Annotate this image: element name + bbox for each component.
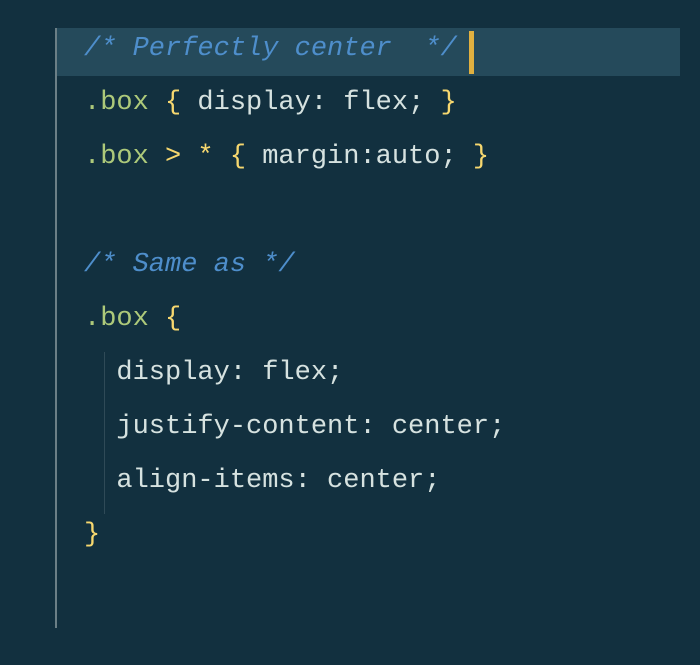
code-token: .box bbox=[84, 88, 149, 118]
code-token bbox=[84, 466, 116, 496]
code-token: display bbox=[116, 358, 229, 388]
code-token: flex bbox=[343, 88, 408, 118]
code-token: * bbox=[197, 142, 213, 172]
code-token bbox=[214, 142, 230, 172]
code-token: : bbox=[311, 88, 327, 118]
code-token: flex bbox=[262, 358, 327, 388]
code-line[interactable]: .box { bbox=[0, 292, 700, 346]
code-token: center bbox=[327, 466, 424, 496]
code-area[interactable]: /* Perfectly center */ .box { display: fl… bbox=[0, 0, 700, 562]
code-token: /* Perfectly center */ bbox=[84, 34, 457, 64]
code-line[interactable]: display: flex; bbox=[0, 346, 700, 400]
code-token bbox=[246, 358, 262, 388]
code-token bbox=[84, 358, 116, 388]
code-token bbox=[84, 412, 116, 442]
code-token: align-items bbox=[116, 466, 294, 496]
indent-guide bbox=[104, 352, 105, 514]
code-token: ; bbox=[327, 358, 343, 388]
code-token: auto bbox=[376, 142, 441, 172]
code-token: .box bbox=[84, 304, 149, 334]
code-token: { bbox=[165, 88, 181, 118]
code-token: margin bbox=[262, 142, 359, 172]
code-line[interactable]: justify-content: center; bbox=[0, 400, 700, 454]
code-token bbox=[376, 412, 392, 442]
code-token bbox=[327, 88, 343, 118]
code-token: } bbox=[440, 88, 456, 118]
code-line[interactable]: .box { display: flex; } bbox=[0, 76, 700, 130]
code-line[interactable]: align-items: center; bbox=[0, 454, 700, 508]
code-token: ; bbox=[424, 466, 440, 496]
code-editor[interactable]: /* Perfectly center */ .box { display: fl… bbox=[0, 0, 700, 665]
code-line[interactable]: .box > * { margin:auto; } bbox=[0, 130, 700, 184]
code-line[interactable]: } bbox=[0, 508, 700, 562]
code-token bbox=[311, 466, 327, 496]
code-token: /* Same as */ bbox=[84, 250, 295, 280]
code-token: } bbox=[84, 520, 100, 550]
code-token bbox=[149, 88, 165, 118]
code-token bbox=[424, 88, 440, 118]
code-line[interactable]: /* Perfectly center */ bbox=[0, 22, 700, 76]
code-token: > bbox=[165, 142, 181, 172]
code-token bbox=[246, 142, 262, 172]
code-token bbox=[149, 142, 165, 172]
code-token: : bbox=[295, 466, 311, 496]
code-token bbox=[181, 142, 197, 172]
code-token: } bbox=[473, 142, 489, 172]
code-token bbox=[181, 88, 197, 118]
code-token: : bbox=[230, 358, 246, 388]
code-token: ; bbox=[408, 88, 424, 118]
code-token: : bbox=[359, 142, 375, 172]
code-token: center bbox=[392, 412, 489, 442]
code-token bbox=[149, 304, 165, 334]
code-token: display bbox=[197, 88, 310, 118]
code-token bbox=[457, 142, 473, 172]
code-token: { bbox=[230, 142, 246, 172]
code-token: justify-content bbox=[116, 412, 359, 442]
code-token: ; bbox=[440, 142, 456, 172]
code-token: { bbox=[165, 304, 181, 334]
code-token: : bbox=[359, 412, 375, 442]
code-line[interactable]: /* Same as */ bbox=[0, 238, 700, 292]
code-line[interactable] bbox=[0, 184, 700, 238]
code-token: ; bbox=[489, 412, 505, 442]
code-token: .box bbox=[84, 142, 149, 172]
